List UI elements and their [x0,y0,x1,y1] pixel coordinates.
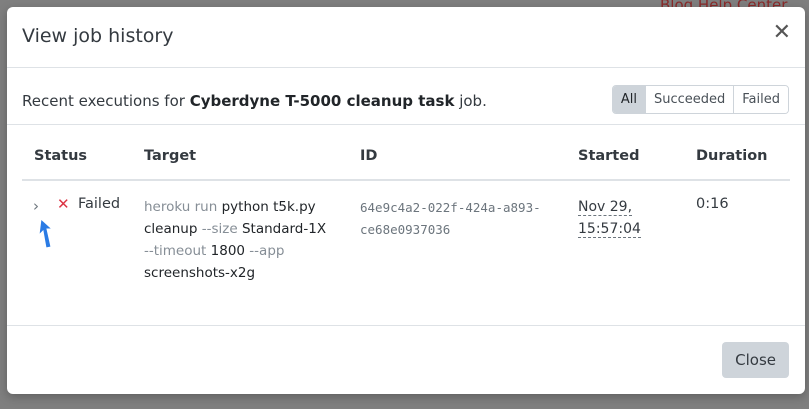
chevron-right-icon[interactable]: › [33,197,39,215]
column-header-target: Target [144,148,197,164]
column-header-id: ID [360,148,378,164]
column-header-started: Started [578,148,640,164]
id-line-2: ce68e0937036 [360,222,451,237]
duration-value: 0:16 [696,196,729,212]
intro-suffix: job. [454,92,487,110]
filter-succeeded-button[interactable]: Succeeded [644,86,734,113]
cmd-prefix: heroku run [144,199,222,215]
id-line-1: 64e9c4a2-022f-424a-a893- [360,200,541,215]
modal-header: View job history ✕ [7,7,805,68]
cmd-flag-timeout: --timeout [144,243,211,259]
cmd-app-value: screenshots-x2g [144,265,256,281]
started-time: 15:57:04 [578,221,641,238]
close-button[interactable]: Close [722,342,789,378]
header-rule [22,179,790,181]
job-history-modal: View job history ✕ Recent executions for… [7,7,805,394]
cmd-flag-size: --size [197,221,242,237]
cmd-timeout-value: 1800 [210,243,246,259]
cmd-size-value: Standard-1X [241,221,327,237]
target-command: heroku run python t5k.py cleanup --size … [144,196,344,284]
started-timestamp[interactable]: Nov 29, 15:57:04 [578,196,641,240]
filter-failed-button[interactable]: Failed [733,86,788,113]
intro-prefix: Recent executions for [22,92,190,110]
job-name: Cyberdyne T-5000 cleanup task [189,92,455,110]
column-header-duration: Duration [696,148,768,164]
started-date: Nov 29, [578,199,633,216]
footer-divider [7,325,805,326]
status-filter-group: All Succeeded Failed [611,85,789,114]
cmd-flag-app: --app [245,243,285,259]
intro-text: Recent executions for Cyberdyne T-5000 c… [22,92,487,110]
column-header-status: Status [34,148,88,164]
table-divider [7,124,805,125]
execution-id: 64e9c4a2-022f-424a-a893- ce68e0937036 [360,197,560,241]
close-icon[interactable]: ✕ [773,22,791,44]
pointer-arrow-icon [38,217,54,249]
status-label: Failed [78,196,121,212]
modal-title: View job history [22,25,174,47]
x-mark-icon: ✕ [57,195,70,213]
filter-all-button[interactable]: All [612,86,645,113]
